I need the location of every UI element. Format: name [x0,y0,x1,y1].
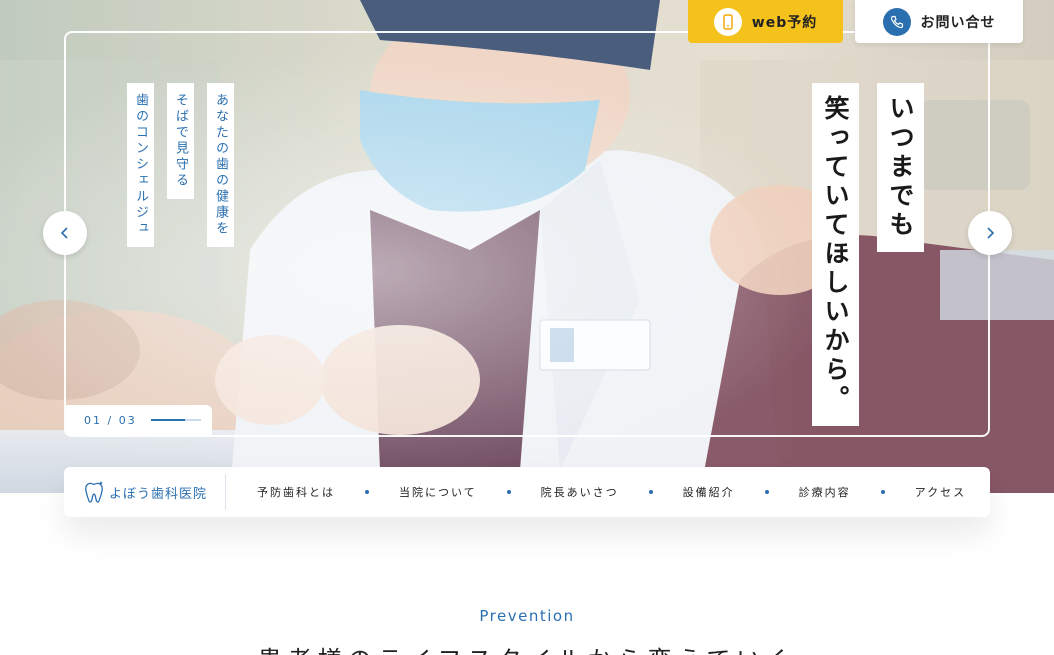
nav-separator [764,490,769,494]
nav-item-greeting[interactable]: 院長あいさつ [541,484,619,500]
nav-separator [880,490,885,494]
nav-item-about[interactable]: 当院について [399,484,477,500]
web-reserve-label: web予約 [751,14,818,31]
hero-tag: あなたの歯の健康を [207,83,234,247]
chevron-left-icon [60,227,68,239]
nav-item-treatment[interactable]: 診療内容 [799,484,851,500]
global-nav: よぼう歯科医院 予防歯科とは 当院について 院長あいさつ 設備紹介 診療内容 ア… [64,467,990,517]
section-heading: 患者様のライフスタイルから変えていく [0,640,1054,655]
hero-tag: 歯のコンシェルジュ [127,83,154,247]
nav-separator [365,490,369,494]
phone-icon [882,7,911,36]
hero-tag: そばで見守る [167,83,194,199]
contact-label: お問い合せ [920,14,996,31]
slide-progress-bar [150,419,201,421]
next-slide-button[interactable] [968,211,1012,255]
nav-item-prevention[interactable]: 予防歯科とは [257,484,335,500]
nav-separator [506,490,511,494]
hero-headline-line1: いつまでも [877,83,924,252]
slide-counter: 01 / 03 [66,405,212,435]
nav-menu: 予防歯科とは 当院について 院長あいさつ 設備紹介 診療内容 アクセス [226,484,990,500]
tooth-icon [85,481,103,503]
nav-item-facilities[interactable]: 設備紹介 [683,484,735,500]
hero-headline-line2: 笑っていてほしいから。 [812,83,859,426]
prev-slide-button[interactable] [43,211,87,255]
hero-slider: あなたの歯の健康を そばで見守る 歯のコンシェルジュ いつまでも 笑っていてほし… [0,0,1054,493]
section-label: Prevention [479,607,575,625]
chevron-right-icon [987,227,995,239]
nav-item-access[interactable]: アクセス [915,484,966,500]
slide-counter-text: 01 / 03 [84,413,137,427]
logo-text: よぼう歯科医院 [109,486,208,502]
contact-button[interactable]: お問い合せ [855,0,1023,43]
nav-separator [648,490,653,494]
phone-booking-icon [713,7,742,36]
logo[interactable]: よぼう歯科医院 [64,474,226,510]
web-reserve-button[interactable]: web予約 [688,0,843,43]
